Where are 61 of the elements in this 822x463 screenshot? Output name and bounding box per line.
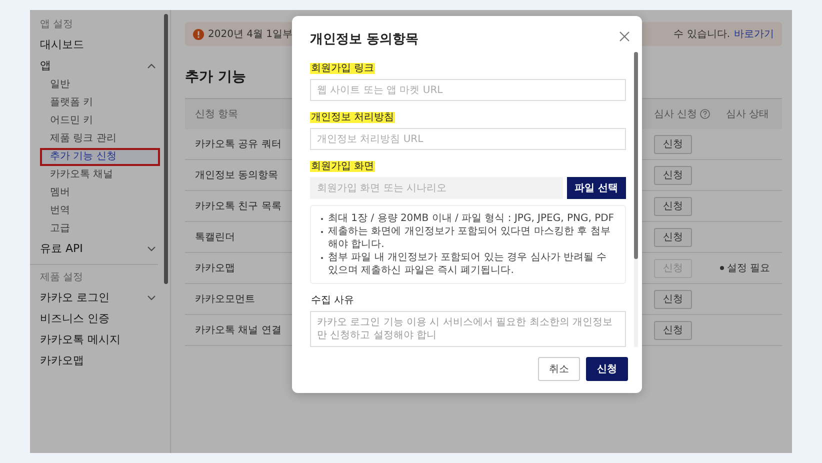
- sidebar-subitem[interactable]: 멤버: [40, 184, 160, 202]
- input-field[interactable]: 웹 사이트 또는 앱 마켓 URL: [310, 79, 626, 101]
- apply-button[interactable]: 신청: [654, 196, 692, 216]
- status-dot-icon: [720, 266, 724, 270]
- cancel-button[interactable]: 취소: [538, 357, 580, 381]
- table-cell: 카카오톡 채널 연결: [195, 325, 282, 336]
- notice-text: 2020년 4월 1일부: [208, 28, 293, 41]
- table-cell: 톡캘린더: [195, 232, 235, 243]
- column-header: 심사 신청: [654, 108, 698, 121]
- scrollbar-thumb[interactable]: [634, 52, 638, 258]
- sidebar-item[interactable]: 앱: [40, 55, 164, 76]
- sidebar-subitem[interactable]: 제품 링크 관리: [40, 130, 160, 148]
- chevron-icon: [147, 62, 156, 68]
- note-text: 첨부 파일 내 개인정보가 포함되어 있는 경우 심사가 반려될 수 있으며 제출하신 파일은 즉시 폐기됩니다.: [328, 251, 608, 277]
- field-label: 회원가입 링크: [310, 63, 376, 74]
- sidebar-item[interactable]: 카카오 로그인: [40, 287, 164, 308]
- sidebar-subitem[interactable]: 추가 기능 신청: [40, 148, 160, 166]
- field-label: 개인정보 처리방침: [310, 112, 396, 123]
- apply-button[interactable]: 신청: [654, 290, 692, 308]
- close-icon[interactable]: [619, 31, 630, 42]
- chevron-icon: [147, 246, 156, 252]
- scrollbar-thumb[interactable]: [164, 14, 168, 284]
- sidebar-item[interactable]: 카카오톡 메시지: [40, 329, 164, 350]
- section-title: 제품 설정: [40, 271, 84, 285]
- dialog-title: 개인정보 동의항목: [310, 31, 419, 48]
- table-cell: 카카오톡 친구 목록: [195, 201, 282, 212]
- shortcut-link[interactable]: 바로가기: [734, 27, 774, 41]
- table-cell: 카카오톡 공유 쿼터: [195, 139, 282, 150]
- note-text: 최대 1장 / 용량 20MB 이내 / 파일 형식 : JPG, JPEG, PNG, PDF: [328, 212, 614, 225]
- chevron-icon: [147, 294, 156, 300]
- sidebar-item[interactable]: 비즈니스 인증: [40, 308, 164, 329]
- apply-button[interactable]: 신청: [654, 166, 692, 184]
- section-title: 앱 설정: [40, 18, 74, 32]
- table-cell: 카카오맵: [195, 263, 235, 274]
- submit-button[interactable]: 신청: [586, 357, 628, 381]
- file-field[interactable]: 회원가입 화면 또는 시나리오: [310, 177, 563, 199]
- sidebar-item[interactable]: 대시보드: [40, 34, 164, 55]
- table-cell: 개인정보 동의항목: [195, 170, 278, 181]
- input-field[interactable]: 개인정보 처리방침 URL: [310, 128, 626, 150]
- sidebar-subitem[interactable]: 어드민 키: [40, 112, 160, 130]
- status-text: 설정 필요: [727, 262, 770, 275]
- sidebar-subitem[interactable]: 카카오톡 채널: [40, 166, 160, 184]
- sidebar-subitem[interactable]: 일반: [40, 76, 160, 94]
- sidebar-item[interactable]: 카카오맵: [40, 350, 164, 371]
- sidebar-item[interactable]: 유료 API: [40, 238, 164, 259]
- apply-button[interactable]: 신청: [654, 228, 692, 246]
- sidebar-subitem[interactable]: 고급: [40, 220, 160, 238]
- help-icon[interactable]: [700, 109, 710, 119]
- file-select-button[interactable]: 파일 선택: [566, 177, 626, 199]
- notice-text: 수 있습니다.: [674, 28, 730, 41]
- sidebar-subitem[interactable]: 번역: [40, 202, 160, 220]
- note-text: 제출하는 화면에 개인정보가 포함되어 있다면 마스킹한 후 첨부해야 합니다.: [328, 225, 612, 251]
- warning-icon: [193, 28, 204, 40]
- apply-button[interactable]: 신청: [654, 320, 692, 340]
- apply-button[interactable]: 신청: [654, 134, 692, 154]
- field-label: 회원가입 화면: [310, 161, 376, 172]
- sidebar-subitem[interactable]: 플랫폼 키: [40, 94, 160, 112]
- column-header: 신청 항목: [195, 109, 238, 120]
- column-header: 심사 상태: [726, 109, 770, 120]
- field-label: 수집 사유: [310, 295, 356, 306]
- table-cell: 카카오모먼트: [195, 294, 255, 305]
